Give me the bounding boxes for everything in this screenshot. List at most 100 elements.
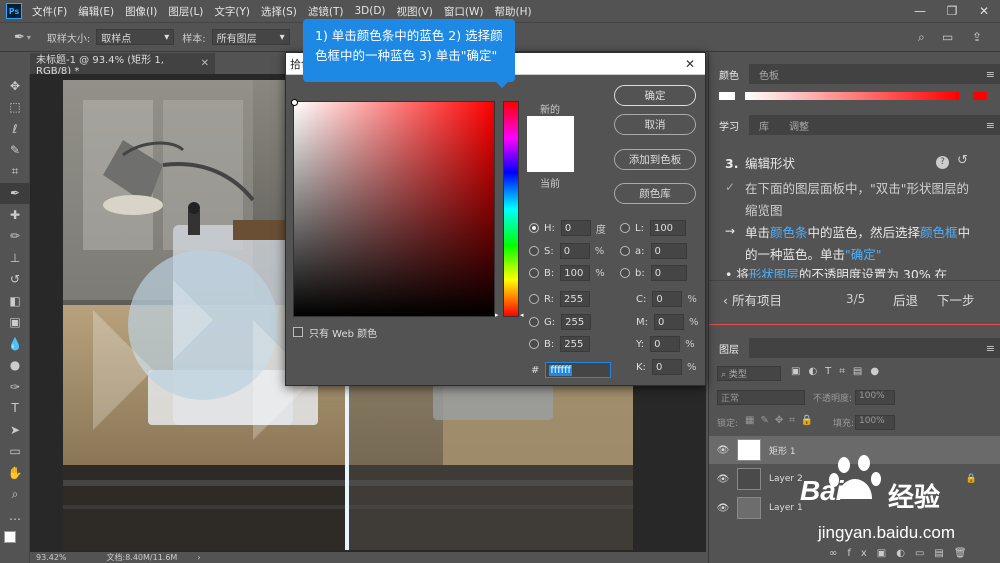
layer-name[interactable]: Layer 2	[769, 474, 803, 484]
tab-learn[interactable]: 学习	[709, 115, 749, 135]
close-icon[interactable]: ✕	[201, 58, 209, 69]
blue-input[interactable]: 255	[560, 336, 591, 352]
menu-file[interactable]: 文件(F)	[32, 4, 67, 19]
path-select-icon[interactable]: ➤	[0, 419, 30, 441]
ok-button[interactable]: 确定	[614, 85, 696, 106]
share-icon[interactable]: ⇪	[972, 30, 982, 44]
tab-libraries[interactable]: 库	[749, 115, 779, 135]
menu-view[interactable]: 视图(V)	[397, 4, 433, 19]
eye-icon[interactable]: 👁	[709, 474, 737, 485]
r-input[interactable]: 255	[560, 291, 591, 307]
y-input[interactable]: 0	[650, 336, 681, 352]
slider-arrow-left-icon[interactable]: ▸	[495, 311, 499, 319]
current-color-swatch[interactable]	[527, 144, 574, 172]
slider-arrow-right-icon[interactable]: ◂	[520, 311, 524, 319]
foreground-color-swatch[interactable]	[4, 530, 16, 543]
g-input[interactable]: 255	[561, 314, 592, 330]
search-icon[interactable]: ⌕	[918, 30, 925, 45]
history-brush-icon[interactable]: ↺	[0, 269, 30, 291]
k-input[interactable]: 0	[651, 359, 682, 375]
back-button[interactable]: 后退	[893, 290, 918, 309]
zoom-level[interactable]: 93.42%	[36, 553, 67, 562]
eye-icon[interactable]: 👁	[709, 503, 737, 514]
rectangle-tool-icon[interactable]: ▭	[0, 441, 30, 463]
layer-name[interactable]: Layer 1	[769, 503, 803, 513]
s-radio[interactable]	[529, 246, 539, 256]
tab-swatches[interactable]: 色板	[749, 64, 789, 84]
r-radio[interactable]	[529, 294, 539, 304]
s-input[interactable]: 0	[559, 243, 590, 259]
layer-thumbnail[interactable]	[737, 497, 761, 519]
hand-tool-icon[interactable]: ✋	[0, 462, 30, 484]
sample-size-select[interactable]: 取样点 ▾	[96, 29, 175, 45]
b-radio[interactable]	[529, 268, 539, 278]
cancel-button[interactable]: 取消	[614, 114, 696, 135]
move-tool-icon[interactable]: ✥	[0, 75, 30, 97]
restore-icon[interactable]: ❐	[936, 0, 968, 22]
brush-tool-icon[interactable]: ✏	[0, 226, 30, 248]
stamp-tool-icon[interactable]: ⊥	[0, 247, 30, 269]
panel-menu-icon[interactable]: ≡	[986, 115, 995, 135]
color-ramp[interactable]	[745, 92, 959, 100]
lab-b-radio[interactable]	[620, 268, 630, 278]
workspace-icon[interactable]: ▭	[942, 30, 953, 44]
menu-type[interactable]: 文字(Y)	[214, 4, 250, 19]
menu-edit[interactable]: 编辑(E)	[78, 4, 114, 19]
help-icon[interactable]: ?	[936, 156, 949, 169]
layer-name[interactable]: 矩形 1	[769, 444, 796, 457]
close-icon[interactable]: ✕	[968, 0, 1000, 22]
status-arrow-icon[interactable]: ›	[197, 553, 200, 562]
healing-brush-icon[interactable]: ✚	[0, 204, 30, 226]
fill-field[interactable]: 100%	[855, 415, 895, 430]
color-swatches[interactable]	[0, 527, 30, 549]
layer-filter-select[interactable]: ⌕ 类型	[717, 366, 781, 381]
minimize-icon[interactable]: —	[904, 0, 936, 22]
pen-tool-icon[interactable]: ✑	[0, 376, 30, 398]
menu-filter[interactable]: 滤镜(T)	[308, 4, 344, 19]
web-only-checkbox[interactable]	[293, 327, 303, 337]
hue-slider[interactable]	[503, 101, 519, 317]
menu-image[interactable]: 图像(I)	[125, 4, 157, 19]
lock-icons[interactable]: ▦✎✥⌗🔒	[745, 415, 819, 426]
color-end-swatch[interactable]	[973, 92, 987, 100]
add-to-swatches-button[interactable]: 添加到色板	[614, 149, 696, 170]
menu-layer[interactable]: 图层(L)	[168, 4, 203, 19]
color-field-cursor[interactable]	[291, 99, 298, 106]
blur-tool-icon[interactable]: 💧	[0, 333, 30, 355]
layer-thumbnail[interactable]	[737, 439, 761, 461]
l-radio[interactable]	[620, 223, 630, 233]
l-input[interactable]: 100	[649, 220, 686, 236]
chevron-down-icon[interactable]: ▾	[27, 33, 31, 42]
dodge-tool-icon[interactable]: ●	[0, 355, 30, 377]
marquee-tool-icon[interactable]: ⬚	[0, 97, 30, 119]
g-radio[interactable]	[529, 317, 539, 327]
eyedropper-icon[interactable]: ✒	[14, 30, 25, 45]
tab-adjustments[interactable]: 调整	[779, 115, 819, 135]
b-input[interactable]: 100	[560, 265, 591, 281]
m-input[interactable]: 0	[654, 314, 684, 330]
menu-window[interactable]: 窗口(W)	[444, 4, 484, 19]
lab-b-input[interactable]: 0	[650, 265, 687, 281]
eye-icon[interactable]: 👁	[709, 445, 737, 456]
opacity-field[interactable]: 100%	[855, 390, 895, 405]
color-libraries-button[interactable]: 颜色库	[614, 183, 696, 204]
close-icon[interactable]: ✕	[685, 57, 695, 71]
layer-thumbnail[interactable]	[737, 468, 761, 490]
document-tab[interactable]: 未标题-1 @ 93.4% (矩形 1, RGB/8) * ✕	[30, 52, 215, 77]
h-input[interactable]: 0	[560, 220, 591, 236]
hex-input[interactable]: ffffff	[545, 362, 612, 378]
next-button[interactable]: 下一步	[937, 290, 975, 309]
quick-select-tool-icon[interactable]: ✎	[0, 140, 30, 162]
color-field[interactable]	[293, 101, 495, 317]
menu-help[interactable]: 帮助(H)	[495, 4, 532, 19]
layer-filter-icons[interactable]: ▣◐T⌗▤●	[791, 366, 887, 377]
menu-3d[interactable]: 3D(D)	[354, 5, 385, 17]
color-fg-swatch[interactable]	[719, 92, 735, 100]
all-items-link[interactable]: ‹ 所有项目	[723, 290, 782, 309]
lasso-tool-icon[interactable]: ℓ	[0, 118, 30, 140]
panel-menu-icon[interactable]: ≡	[986, 338, 995, 358]
eyedropper-tool-icon[interactable]: ✒	[0, 182, 30, 204]
a-input[interactable]: 0	[650, 243, 687, 259]
menu-select[interactable]: 选择(S)	[261, 4, 297, 19]
tab-color[interactable]: 颜色	[709, 64, 749, 84]
